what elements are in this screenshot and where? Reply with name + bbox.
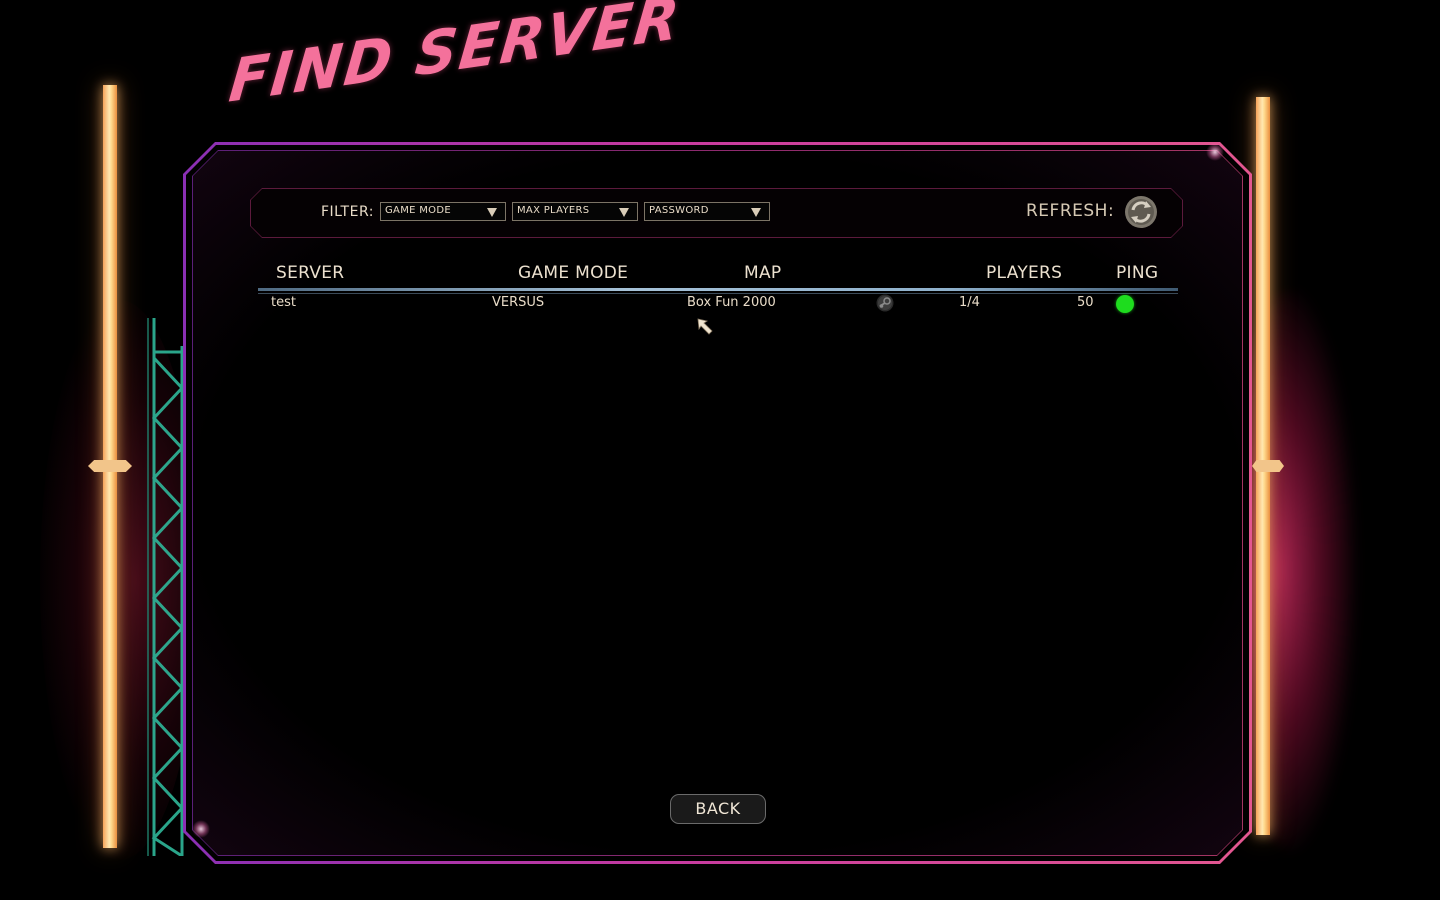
panel-sparkle-bottom-left <box>192 820 210 838</box>
steam-icon <box>876 294 894 312</box>
column-header-players[interactable]: PLAYERS <box>986 263 1062 283</box>
filter-label: FILTER: <box>321 204 374 220</box>
game-mode-dropdown-value: GAME MODE <box>385 205 451 216</box>
password-dropdown-value: PASSWORD <box>649 205 709 216</box>
column-header-ping[interactable]: PING <box>1116 263 1158 283</box>
chevron-down-icon <box>751 208 761 217</box>
page-title: FIND SERVER <box>226 0 685 116</box>
table-row[interactable]: test VERSUS Box Fun 2000 1/4 50 <box>262 294 1174 314</box>
main-panel <box>192 150 1243 856</box>
chevron-down-icon <box>619 208 629 217</box>
truss-structure <box>147 318 185 856</box>
game-mode-dropdown[interactable]: GAME MODE <box>380 202 506 221</box>
panel-sparkle-top-right <box>1206 143 1224 161</box>
column-header-server[interactable]: SERVER <box>276 263 344 283</box>
refresh-icon[interactable] <box>1124 195 1158 229</box>
refresh-label: REFRESH: <box>1026 201 1115 221</box>
pole-clamp-left <box>88 460 132 472</box>
pole-clamp-right <box>1252 460 1284 472</box>
ping-value-cell: 50 <box>1077 295 1094 310</box>
find-server-screen: FIND SERVER FILTER: GAME MODE MAX PLAYER… <box>0 0 1440 900</box>
back-button[interactable]: BACK <box>670 794 766 824</box>
column-header-map[interactable]: MAP <box>744 263 781 283</box>
password-dropdown[interactable]: PASSWORD <box>644 202 770 221</box>
game-mode-cell: VERSUS <box>492 295 545 310</box>
column-header-game-mode[interactable]: GAME MODE <box>518 263 628 283</box>
chevron-down-icon <box>487 208 497 217</box>
mouse-cursor-icon <box>697 318 713 335</box>
map-cell: Box Fun 2000 <box>687 295 776 310</box>
ping-status-indicator <box>1116 295 1134 313</box>
players-cell: 1/4 <box>959 295 980 310</box>
server-name-cell: test <box>271 295 296 310</box>
max-players-dropdown-value: MAX PLAYERS <box>517 205 590 216</box>
max-players-dropdown[interactable]: MAX PLAYERS <box>512 202 638 221</box>
header-divider <box>258 288 1178 291</box>
